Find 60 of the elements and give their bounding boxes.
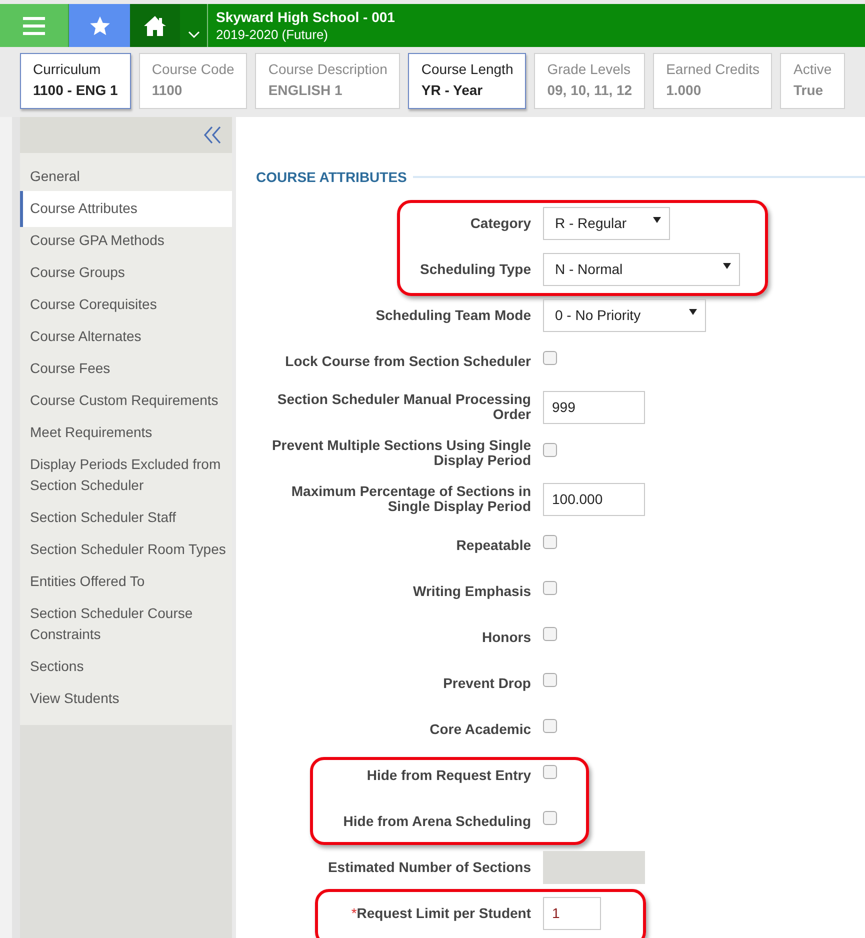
checkbox[interactable] — [543, 719, 557, 733]
checkbox[interactable] — [543, 627, 557, 641]
checkbox[interactable] — [543, 351, 557, 365]
card-value: YR - Year — [421, 82, 484, 98]
card-label: Grade Levels — [547, 61, 632, 77]
checkbox[interactable] — [543, 443, 557, 457]
field-label: Core Academic — [428, 722, 531, 736]
field-label: Scheduling Team Mode — [374, 308, 531, 322]
chevron-down-icon — [188, 31, 200, 39]
dropdown-arrow-icon — [689, 309, 697, 315]
field-label: Estimated Number of Sections — [326, 860, 531, 874]
card-label: Course Code — [152, 61, 234, 77]
card-value: 09, 10, 11, 12 — [547, 82, 632, 98]
input-field[interactable]: 1 — [543, 896, 601, 930]
input-field[interactable]: 999 — [543, 390, 645, 424]
field-label: Maximum Percentage of Sections in Single Display Period — [290, 484, 531, 514]
star-icon — [88, 14, 110, 36]
field-label: Category — [469, 216, 531, 230]
dropdown-field[interactable]: R - Regular — [543, 206, 670, 240]
sidebar-item[interactable]: Course Attributes — [20, 191, 232, 227]
card-value: 1100 — [152, 82, 184, 98]
menu-button[interactable] — [0, 4, 69, 47]
field-label: Hide from Arena Scheduling — [342, 814, 531, 828]
checkbox[interactable] — [543, 535, 557, 549]
field-label: *Request Limit per Student — [350, 906, 531, 920]
field-label: Scheduling Type — [419, 262, 531, 276]
card-label: Course Length — [421, 61, 514, 77]
field-label: Section Scheduler Manual Processing Order — [276, 392, 531, 422]
home-button[interactable] — [130, 4, 180, 47]
card-value: 1.000 — [666, 82, 702, 98]
card-label: Course Description — [268, 61, 388, 77]
input-field[interactable]: 100.000 — [543, 482, 645, 516]
dropdown-arrow-icon — [653, 217, 661, 223]
field-label: Hide from Request Entry — [366, 768, 531, 782]
field-label: Honors — [481, 630, 531, 644]
home-icon — [143, 14, 167, 36]
school-title: Skyward High School - 001 — [216, 9, 395, 25]
card-value: 1100 - ENG 1 — [33, 82, 118, 98]
school-year: 2019-2020 (Future) — [216, 27, 330, 42]
card-value: True — [793, 82, 824, 98]
section-title: COURSE ATTRIBUTES — [256, 169, 407, 185]
field-label: Lock Course from Section Scheduler — [284, 354, 531, 368]
field-label: Writing Emphasis — [412, 584, 531, 598]
checkbox[interactable] — [543, 765, 557, 779]
favorites-button[interactable] — [69, 4, 130, 47]
checkbox[interactable] — [543, 673, 557, 687]
card-label: Curriculum — [33, 61, 102, 77]
collapse-icon[interactable] — [203, 126, 223, 144]
dropdown-field[interactable]: 0 - No Priority — [543, 298, 706, 332]
checkbox[interactable] — [543, 581, 557, 595]
card-label: Active — [793, 61, 832, 77]
dropdown-field[interactable]: N - Normal — [543, 252, 740, 286]
checkbox[interactable] — [543, 811, 557, 825]
card-value: ENGLISH 1 — [268, 82, 344, 98]
field-label: Prevent Multiple Sections Using Single Display Period — [270, 438, 531, 468]
field-label: Repeatable — [455, 538, 531, 552]
menu-icon — [23, 16, 45, 34]
field-label: Prevent Drop — [442, 676, 531, 690]
dropdown-arrow-icon — [723, 263, 731, 269]
card-label: Earned Credits — [666, 61, 760, 77]
